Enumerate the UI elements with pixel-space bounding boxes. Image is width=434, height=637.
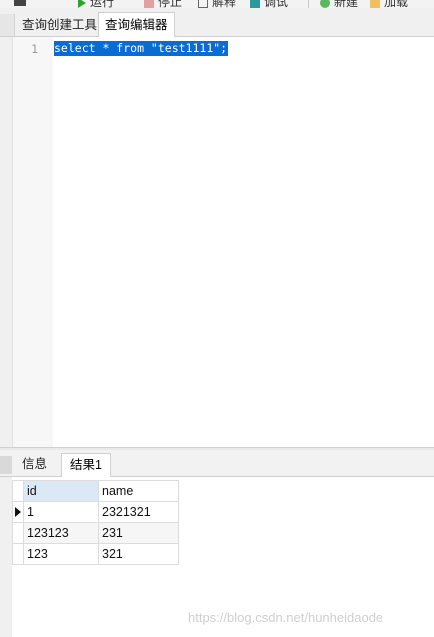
tab-bar-stub	[0, 14, 15, 36]
watermark: https://blog.csdn.net/hunheidaode	[188, 610, 384, 625]
explain-button-label: 解释	[212, 0, 237, 8]
run-button-label: 运行	[90, 0, 115, 8]
row-header[interactable]	[12, 501, 24, 523]
current-row-arrow-icon	[15, 507, 21, 517]
cell-name[interactable]: 321	[98, 543, 179, 565]
tab-query-editor[interactable]: 查询编辑器	[98, 12, 175, 37]
new-button[interactable]: 新建	[320, 0, 359, 8]
cell-id[interactable]: 123123	[23, 522, 99, 544]
explain-button[interactable]: 解释	[198, 0, 237, 8]
result-tab-bar: 信息 结果1	[0, 450, 434, 477]
sql-editor[interactable]: 1 select * from "test1111";	[0, 37, 434, 447]
menu-icon	[14, 0, 26, 6]
grid-left-strip	[0, 477, 12, 637]
row-header-corner	[12, 480, 24, 502]
cell-name[interactable]: 231	[98, 522, 179, 544]
toolbar-menu-icon[interactable]	[14, 0, 30, 7]
load-button-label: 加载	[384, 0, 409, 8]
explain-icon	[198, 0, 208, 8]
line-number: 1	[31, 42, 38, 56]
stop-button-label: 停止	[158, 0, 183, 8]
line-number-gutter	[13, 37, 53, 447]
debug-button[interactable]: 调试	[250, 0, 289, 8]
cell-id[interactable]: 1	[23, 501, 99, 523]
tab-info[interactable]: 信息	[14, 453, 55, 476]
selected-sql-text[interactable]: select * from "test1111";	[54, 41, 229, 56]
result-tab-stub	[0, 456, 12, 474]
new-button-label: 新建	[334, 0, 359, 8]
table-row[interactable]: 123 321	[12, 543, 179, 565]
stop-icon	[144, 0, 154, 8]
debug-button-label: 调试	[264, 0, 289, 8]
tab-query-builder[interactable]: 查询创建工具	[16, 14, 105, 36]
row-header[interactable]	[12, 543, 24, 565]
column-header-id[interactable]: id	[23, 480, 99, 502]
tab-result-1[interactable]: 结果1	[61, 453, 111, 477]
folder-icon	[370, 0, 380, 8]
play-icon	[78, 0, 86, 8]
stop-button[interactable]: 停止	[144, 0, 183, 8]
cell-name[interactable]: 2321321	[98, 501, 179, 523]
row-header[interactable]	[12, 522, 24, 544]
table-row[interactable]: 123123 231	[12, 522, 179, 544]
grid-header-row: id name	[12, 480, 179, 502]
result-grid: id name 1 2321321 123123 231 123 321	[12, 480, 179, 565]
debug-icon	[250, 0, 260, 8]
editor-left-strip	[0, 37, 13, 447]
table-row[interactable]: 1 2321321	[12, 501, 179, 523]
cell-id[interactable]: 123	[23, 543, 99, 565]
column-header-name[interactable]: name	[98, 480, 179, 502]
editor-tab-bar: 查询创建工具 查询编辑器	[0, 8, 434, 37]
toolbar: 运行 停止 解释 调试 新建 加载	[0, 0, 434, 8]
load-button[interactable]: 加载	[370, 0, 409, 8]
toolbar-separator	[308, 0, 309, 8]
run-button[interactable]: 运行	[78, 0, 115, 8]
new-icon	[320, 0, 330, 8]
